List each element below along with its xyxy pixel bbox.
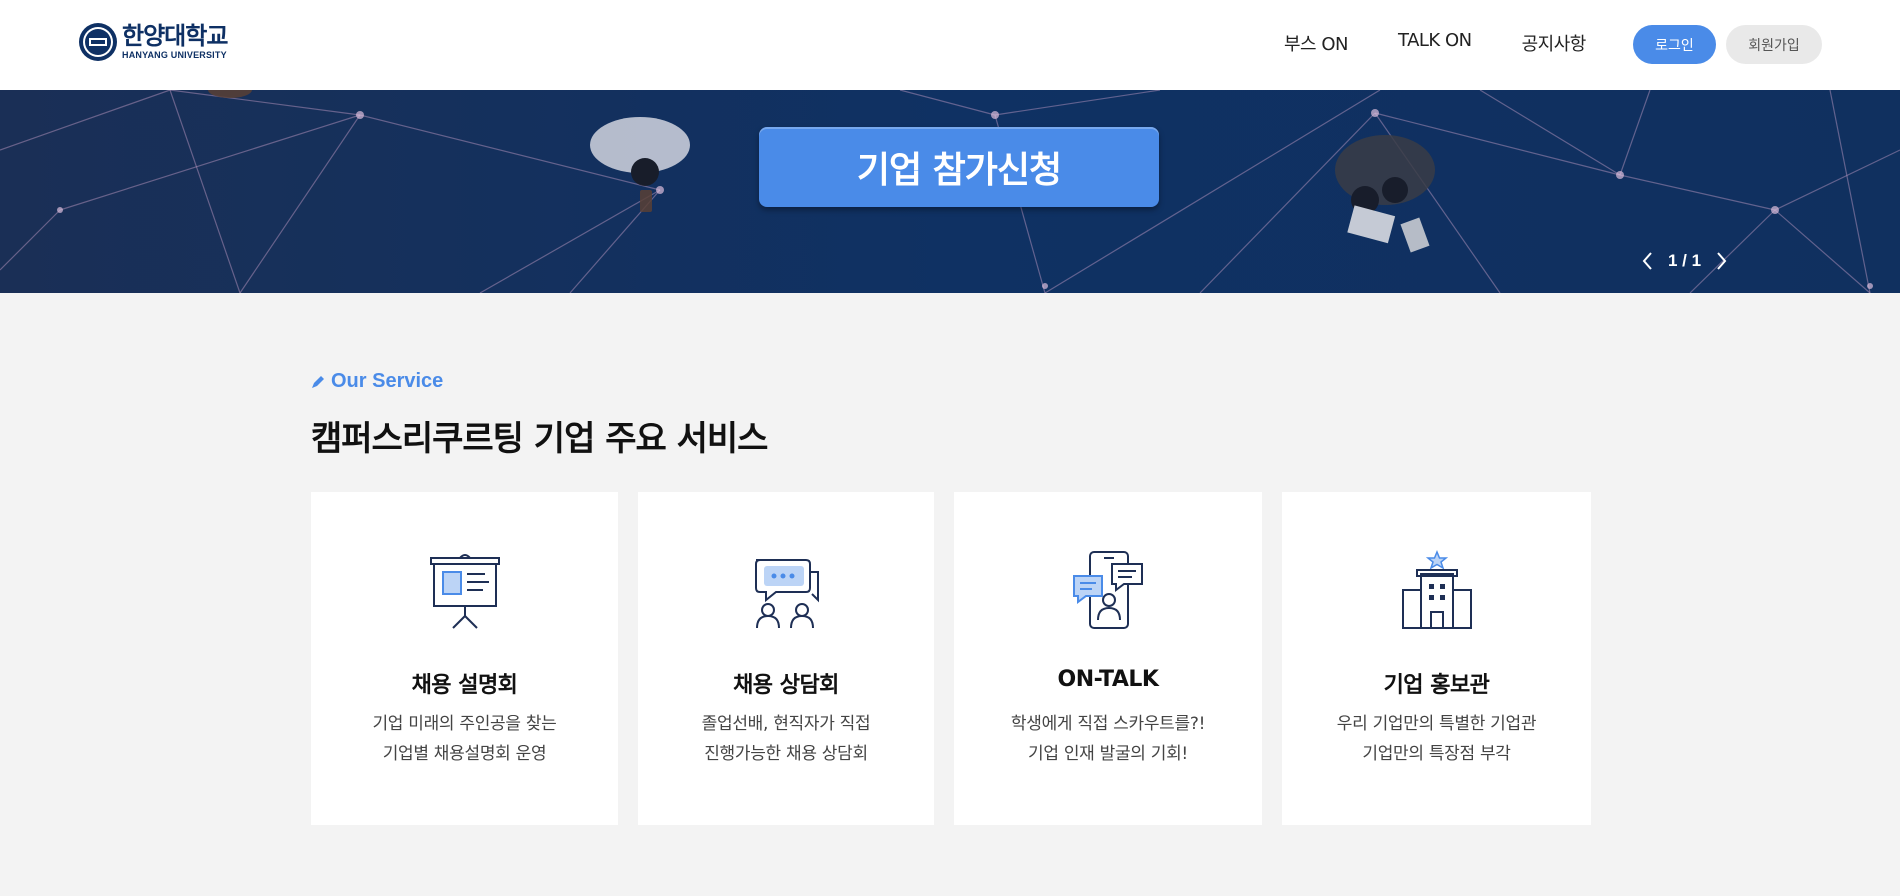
service-card-desc: 우리 기업만의 특별한 기업관 기업만의 특장점 부각 [1282,709,1591,769]
service-card-desc-line1: 우리 기업만의 특별한 기업관 [1336,714,1537,734]
service-card-company-promo[interactable]: 기업 홍보관 우리 기업만의 특별한 기업관 기업만의 특장점 부각 [1282,492,1591,825]
site-header: 한양대학교 HANYANG UNIVERSITY 부스 ON TALK ON 공… [0,0,1900,90]
nav-item-talk-on[interactable]: TALK ON [1398,30,1472,56]
service-card-desc-line1: 기업 미래의 주인공을 찾는 [372,714,557,734]
service-card-desc: 기업 미래의 주인공을 찾는 기업별 채용설명회 운영 [311,709,618,769]
university-emblem-icon [79,23,117,61]
university-logo[interactable]: 한양대학교 HANYANG UNIVERSITY [78,22,228,62]
services-card-list: 채용 설명회 기업 미래의 주인공을 찾는 기업별 채용설명회 운영 채용 상담… [311,492,1591,825]
services-eyebrow-label: Our Service [331,370,444,392]
service-card-desc-line2: 기업별 채용설명회 운영 [382,744,547,764]
service-card-recruit-consulting[interactable]: 채용 상담회 졸업선배, 현직자가 직접 진행가능한 채용 상담회 [638,492,934,825]
services-title: 캠퍼스리쿠르팅 기업 주요 서비스 [311,419,768,459]
main-nav: 부스 ON TALK ON 공지사항 [1284,30,1636,56]
logo-name-en: HANYANG UNIVERSITY [122,50,227,60]
services-eyebrow: Our Service [311,370,767,393]
service-card-title: 채용 상담회 [733,673,839,698]
hero-banner: 기업 참가신청 1 / 1 [0,90,1900,293]
service-card-desc-line2: 기업만의 특장점 부각 [1362,744,1511,764]
company-apply-button[interactable]: 기업 참가신청 [759,127,1159,207]
service-card-desc: 학생에게 직접 스카우트를?! 기업 인재 발굴의 기회! [954,709,1262,769]
service-card-title: 기업 홍보관 [1383,673,1490,698]
service-card-on-talk[interactable]: ON-TALK 학생에게 직접 스카우트를?! 기업 인재 발굴의 기회! [954,492,1262,825]
consultation-chat-icon [755,559,819,629]
service-card-desc-line1: 학생에게 직접 스카우트를?! [1010,714,1206,734]
signup-button[interactable]: 회원가입 [1726,25,1822,64]
service-card-desc-line2: 진행가능한 채용 상담회 [704,744,868,764]
chevron-right-icon[interactable] [1713,250,1729,272]
service-card-desc-line2: 기업 인재 발굴의 기회! [1028,744,1188,764]
banner-pager-count: 1 / 1 [1668,251,1702,270]
company-building-icon [1401,550,1472,629]
pencil-icon [312,375,324,388]
logo-name-ko: 한양대학교 [122,22,228,50]
service-card-title: ON-TALK [1057,667,1159,692]
services-section-heading: Our Service 캠퍼스리쿠르팅 기업 주요 서비스 [311,370,768,460]
login-button[interactable]: 로그인 [1633,25,1716,64]
nav-item-booth-on[interactable]: 부스 ON [1284,30,1348,56]
service-card-desc-line1: 졸업선배, 현직자가 직접 [701,714,871,734]
presentation-board-icon [429,554,500,629]
mobile-chat-icon [1073,551,1143,629]
logo-text: 한양대학교 HANYANG UNIVERSITY [122,22,228,60]
service-card-title: 채용 설명회 [411,673,518,698]
chevron-left-icon[interactable] [1640,250,1656,272]
nav-item-notice[interactable]: 공지사항 [1522,30,1587,56]
service-card-desc: 졸업선배, 현직자가 직접 진행가능한 채용 상담회 [638,709,934,769]
banner-pager: 1 / 1 [1640,250,1729,272]
service-card-recruit-briefing[interactable]: 채용 설명회 기업 미래의 주인공을 찾는 기업별 채용설명회 운영 [311,492,618,825]
